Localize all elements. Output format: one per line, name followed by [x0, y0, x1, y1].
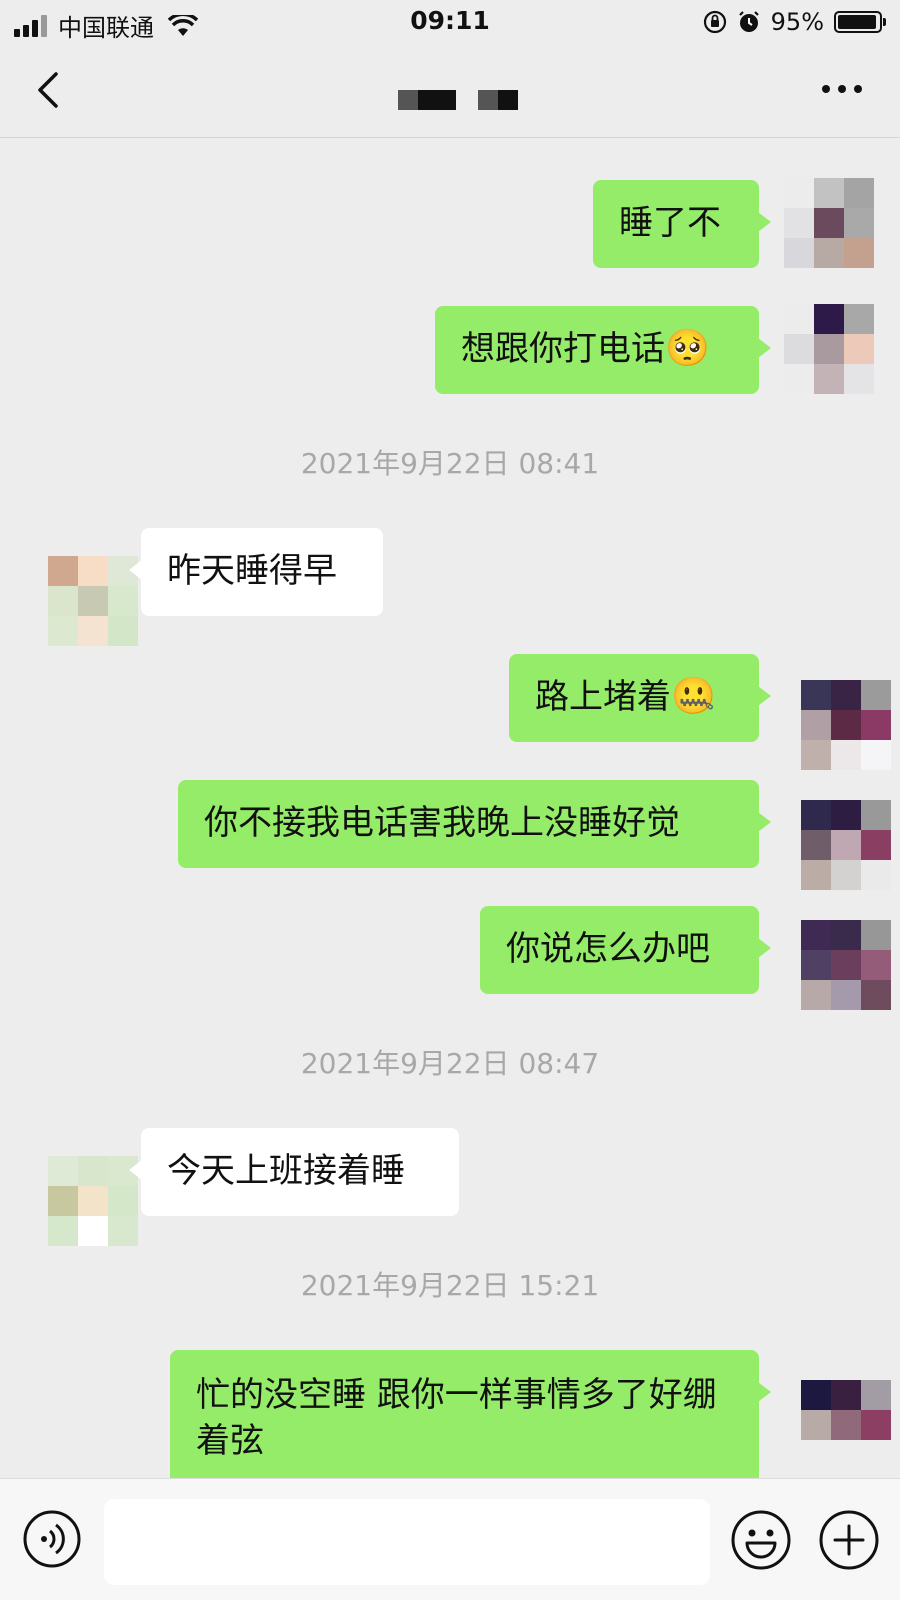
message-text: 昨天睡得早	[167, 551, 337, 591]
message-text: 睡了不	[619, 203, 721, 243]
alarm-icon	[738, 11, 759, 32]
battery-percent: 95%	[770, 8, 824, 36]
message-bubble-received[interactable]: 今天上班接着睡	[129, 1128, 459, 1216]
title-redaction	[498, 90, 518, 110]
avatar[interactable]	[801, 920, 891, 1010]
avatar[interactable]	[801, 680, 891, 770]
smiley-icon[interactable]	[730, 1509, 792, 1571]
message-text: 你说怎么办吧	[506, 929, 710, 969]
message-text: 忙的没空睡 跟你一样事情多了好绷着弦	[196, 1375, 717, 1461]
message-list[interactable]: 睡了不 想跟你打电话🥺 2021年9月22日 08:41 昨天睡得早 路上堵着🤐…	[0, 138, 900, 1478]
message-bubble-sent[interactable]: 你不接我电话害我晚上没睡好觉	[178, 780, 771, 868]
message-bubble-sent[interactable]: 忙的没空睡 跟你一样事情多了好绷着弦	[170, 1350, 771, 1478]
voice-icon[interactable]	[22, 1509, 82, 1569]
message-text: 今天上班接着睡	[167, 1151, 405, 1191]
input-bar	[0, 1478, 900, 1600]
battery-fill	[838, 15, 876, 29]
avatar[interactable]	[801, 800, 891, 890]
chevron-left-icon[interactable]	[30, 70, 70, 110]
message-bubble-received[interactable]: 昨天睡得早	[129, 528, 383, 616]
timestamp: 2021年9月22日 08:47	[300, 1047, 600, 1080]
message-bubble-sent[interactable]: 路上堵着🤐	[509, 654, 771, 742]
more-dots-icon[interactable]	[820, 82, 864, 96]
message-text: 想跟你打电话	[461, 329, 665, 369]
timestamp: 2021年9月22日 08:41	[300, 447, 600, 480]
avatar[interactable]	[784, 304, 874, 394]
message-text: 你不接我电话害我晚上没睡好觉	[204, 803, 680, 843]
chat-header	[0, 44, 900, 138]
avatar[interactable]	[48, 556, 138, 646]
message-bubble-sent[interactable]: 想跟你打电话🥺	[435, 306, 771, 394]
orientation-lock-icon	[703, 10, 726, 34]
battery-icon	[834, 11, 886, 33]
message-input[interactable]	[104, 1499, 710, 1585]
title-redaction	[418, 90, 456, 110]
timestamp: 2021年9月22日 15:21	[300, 1269, 600, 1302]
title-redaction	[398, 90, 418, 110]
message-text: 路上堵着	[535, 677, 671, 717]
message-bubble-sent[interactable]: 你说怎么办吧	[480, 906, 771, 994]
pleading-face-emoji: 🥺	[665, 328, 710, 369]
avatar[interactable]	[801, 1380, 891, 1440]
avatar[interactable]	[48, 1156, 138, 1246]
avatar[interactable]	[784, 178, 874, 268]
message-bubble-sent[interactable]: 睡了不	[593, 180, 771, 268]
status-bar: 中国联通 09:11 95%	[0, 0, 900, 44]
zipper-mouth-emoji: 🤐	[671, 676, 716, 717]
status-right: 95%	[703, 8, 886, 36]
plus-icon[interactable]	[818, 1509, 880, 1571]
title-redaction	[478, 90, 498, 110]
